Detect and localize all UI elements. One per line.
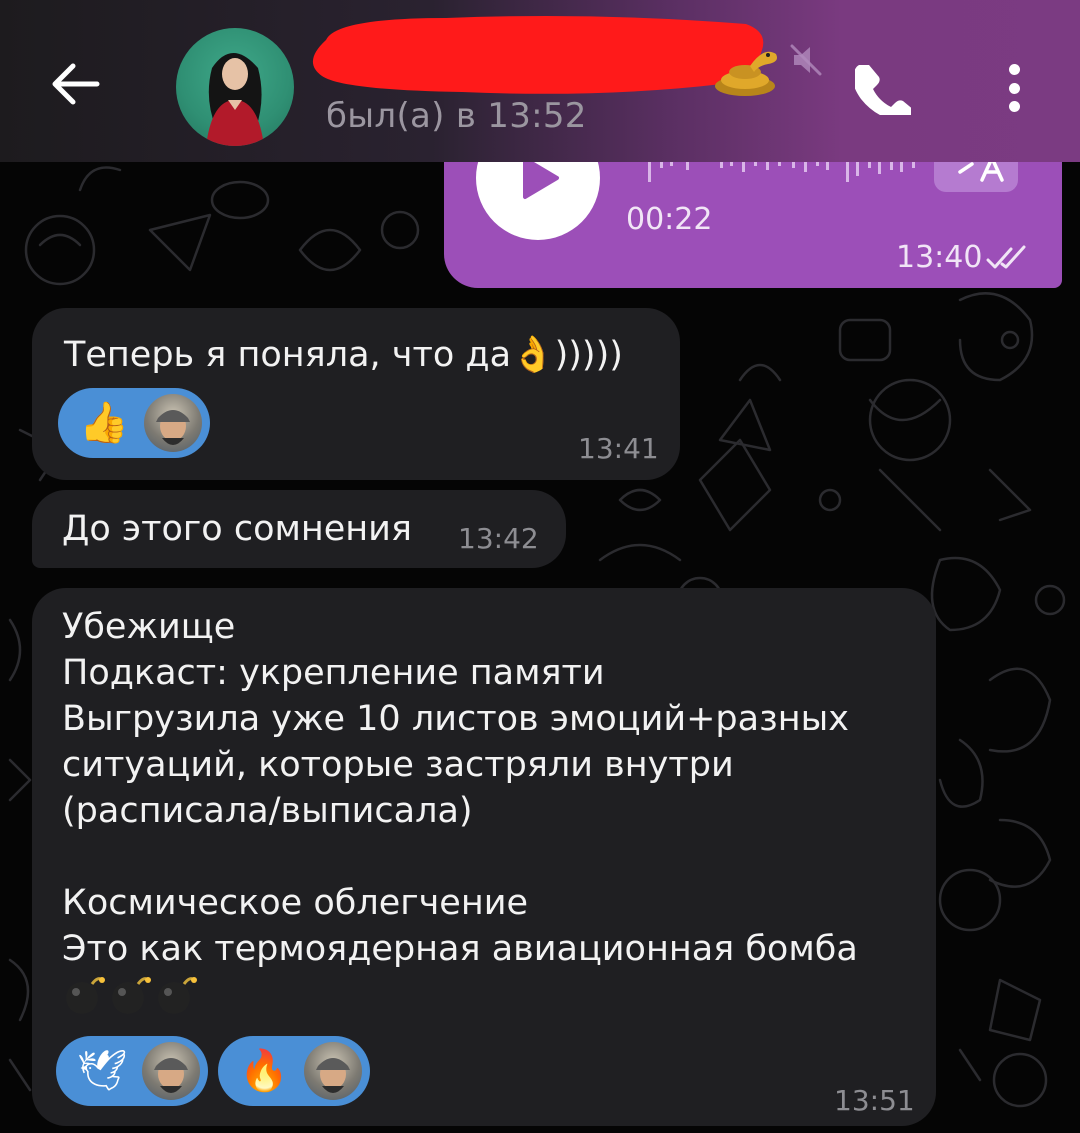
contact-avatar[interactable] — [176, 28, 294, 146]
last-seen-status: был(а) в 13:52 — [326, 96, 587, 136]
more-vertical-icon — [1008, 64, 1020, 75]
call-button[interactable] — [848, 52, 918, 122]
snake-emoji-icon — [710, 40, 780, 100]
bomb-icon — [112, 977, 151, 1014]
voice-waveform[interactable] — [646, 160, 922, 184]
chat-header: был(а) в 13:52 — [0, 0, 1080, 162]
phone-icon — [855, 65, 911, 115]
double-check-icon — [984, 244, 1032, 272]
more-menu-button[interactable] — [990, 58, 1038, 118]
chat-screen: был(а) в 13:52 00:22 13:40 Теперь я поня… — [0, 0, 1080, 1133]
bomb-icon — [158, 977, 197, 1014]
thumbs-up-icon: 👍 — [79, 400, 129, 446]
fire-icon: 🔥 — [239, 1048, 289, 1094]
reactor-avatar — [144, 394, 202, 452]
arrow-left-icon — [52, 63, 100, 105]
reaction-chip[interactable]: 🕊 — [56, 1036, 208, 1106]
muted-speaker-icon — [786, 40, 826, 80]
reactor-avatar — [142, 1042, 200, 1100]
voice-duration: 00:22 — [626, 202, 713, 237]
bomb-icon — [66, 977, 105, 1014]
message-time: 13:40 — [896, 240, 983, 275]
back-button[interactable] — [40, 48, 112, 120]
reaction-chip[interactable]: 🔥 — [218, 1036, 370, 1106]
message-time: 13:51 — [834, 1084, 915, 1117]
bomb-emoji-row: 💣💣💣 — [62, 972, 198, 1016]
dove-icon: 🕊 — [76, 1048, 128, 1094]
contact-name-redacted — [308, 10, 768, 96]
reactor-avatar — [304, 1042, 362, 1100]
message-time: 13:41 — [578, 432, 659, 465]
message-text: Убежище Подкаст: укрепление памяти Выгру… — [62, 607, 858, 969]
reaction-chip[interactable]: 👍 — [58, 388, 210, 458]
message-text: Теперь я поняла, что да👌))))) — [64, 335, 623, 375]
message-text: До этого сомнения — [62, 509, 412, 549]
message-time: 13:42 — [458, 522, 539, 555]
